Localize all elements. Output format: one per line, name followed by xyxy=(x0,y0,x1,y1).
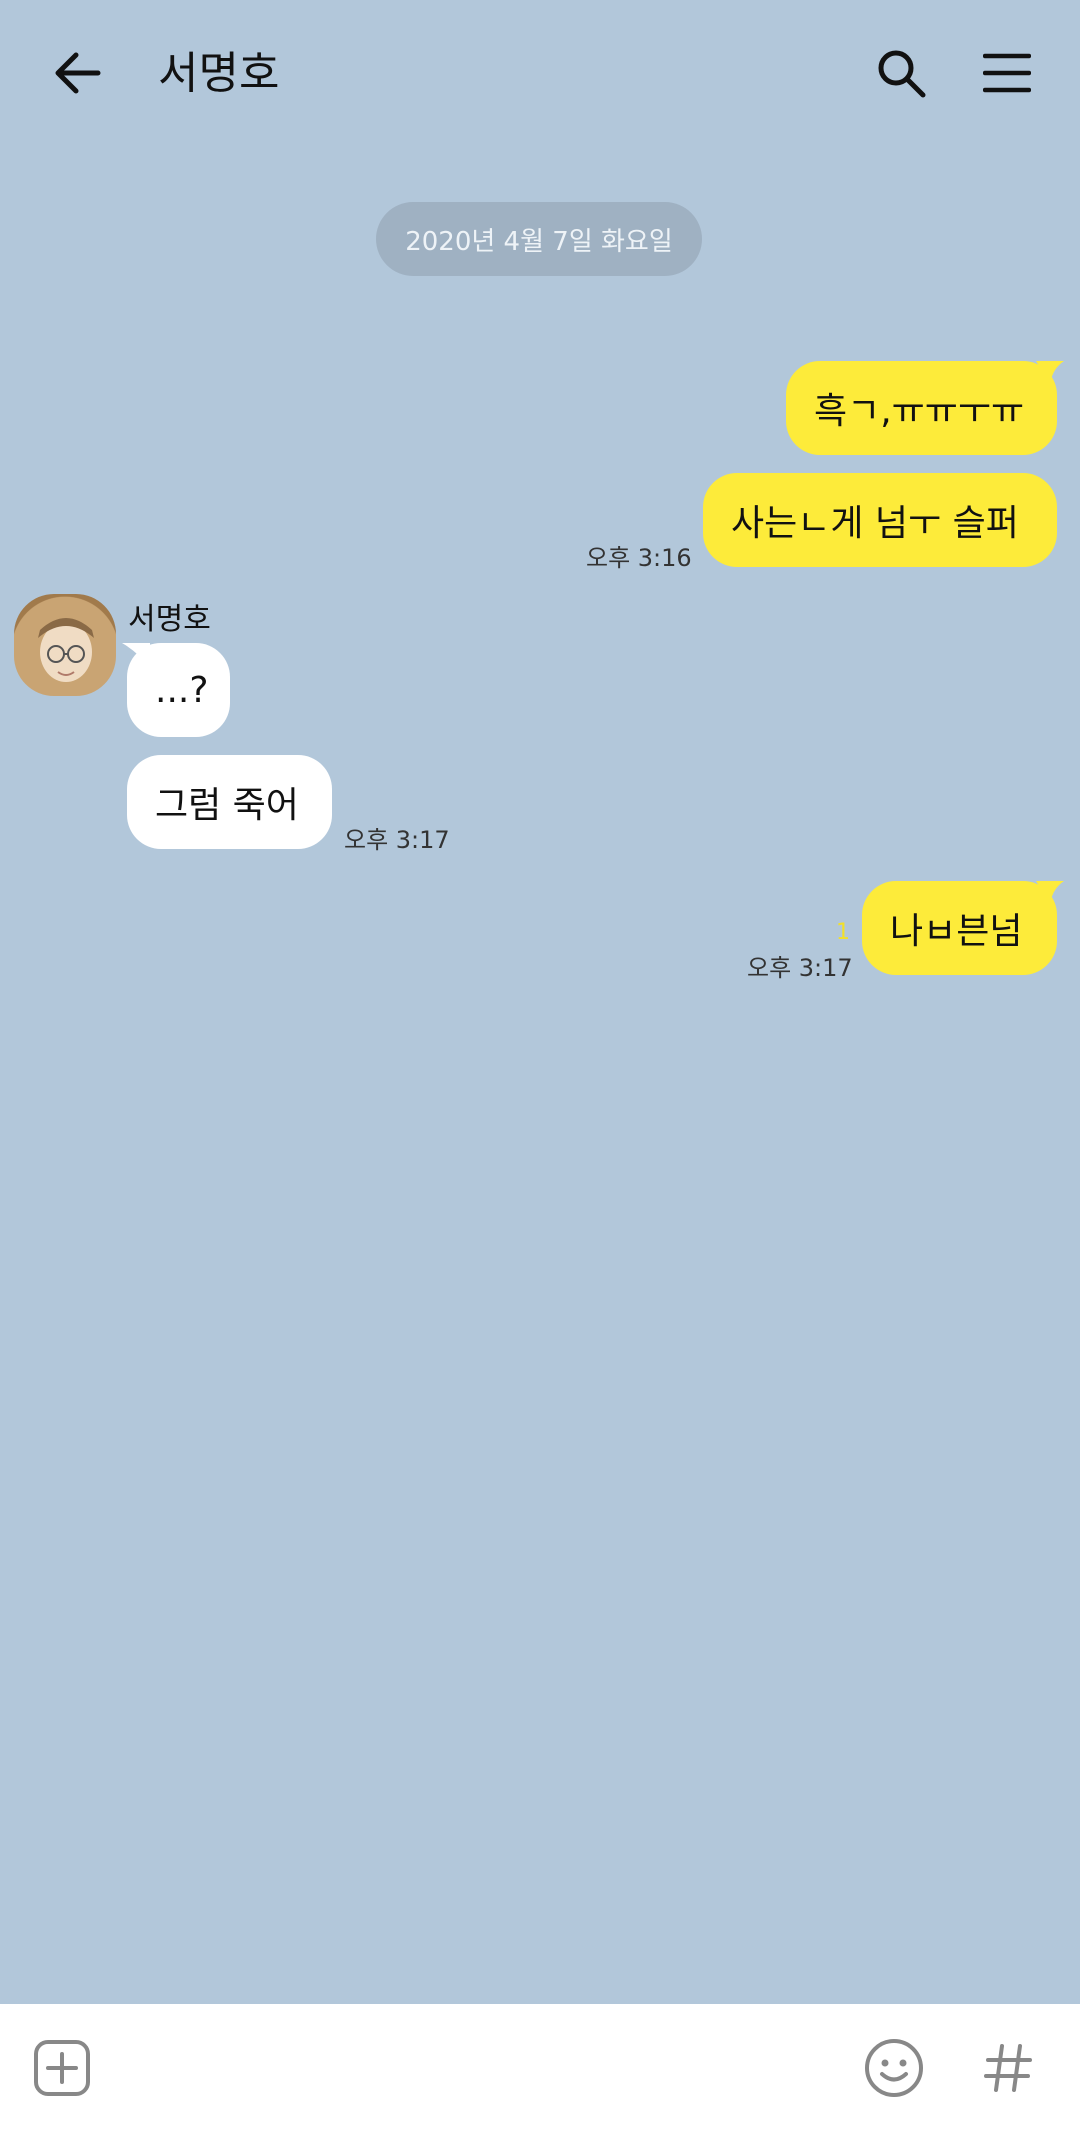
input-bar xyxy=(0,2004,1080,2131)
unread-count: 1 xyxy=(836,920,850,945)
message-text: 흑ㄱ,ㅠㅠㅜㅠ xyxy=(814,391,1025,432)
hamburger-menu-icon xyxy=(983,53,1031,93)
arrow-left-icon xyxy=(55,52,101,94)
chat-title: 서명호 xyxy=(158,48,280,99)
menu-button[interactable] xyxy=(970,36,1044,110)
message-time: 오후 3:16 xyxy=(586,544,692,572)
profile-photo xyxy=(38,618,94,682)
add-button[interactable] xyxy=(28,2034,96,2102)
my-message-bubble[interactable]: 나ㅂ븐넘 xyxy=(862,881,1057,975)
message-text: ...? xyxy=(155,669,209,711)
bubble-tail xyxy=(1036,361,1064,385)
bubble-tail xyxy=(1036,881,1064,905)
emoji-button[interactable] xyxy=(856,2030,932,2106)
message-text: 그럼 죽어 xyxy=(155,785,299,826)
message-text: 사는ㄴ게 넘ㅜ 슬퍼 xyxy=(731,503,1019,544)
message-time: 오후 3:17 xyxy=(344,826,450,854)
message-text: 나ㅂ븐넘 xyxy=(890,911,1023,952)
search-icon xyxy=(878,50,926,98)
search-button[interactable] xyxy=(864,36,938,110)
message-time: 오후 3:17 xyxy=(747,954,853,982)
sender-name: 서명호 xyxy=(128,602,211,637)
back-button[interactable] xyxy=(40,36,114,110)
hashtag-icon xyxy=(984,2044,1032,2092)
my-message-bubble[interactable]: 사는ㄴ게 넘ㅜ 슬퍼 xyxy=(703,473,1057,567)
date-divider: 2020년 4월 7일 화요일 xyxy=(376,202,702,276)
bubble-tail xyxy=(122,643,150,667)
plus-square-icon xyxy=(34,2040,90,2096)
chat-header: 서명호 xyxy=(0,0,1080,150)
my-message-bubble[interactable]: 흑ㄱ,ㅠㅠㅜㅠ xyxy=(786,361,1057,455)
smiley-icon xyxy=(865,2039,923,2097)
avatar[interactable] xyxy=(14,594,116,696)
hashtag-button[interactable] xyxy=(970,2030,1046,2106)
other-message-bubble[interactable]: 그럼 죽어 xyxy=(127,755,332,849)
